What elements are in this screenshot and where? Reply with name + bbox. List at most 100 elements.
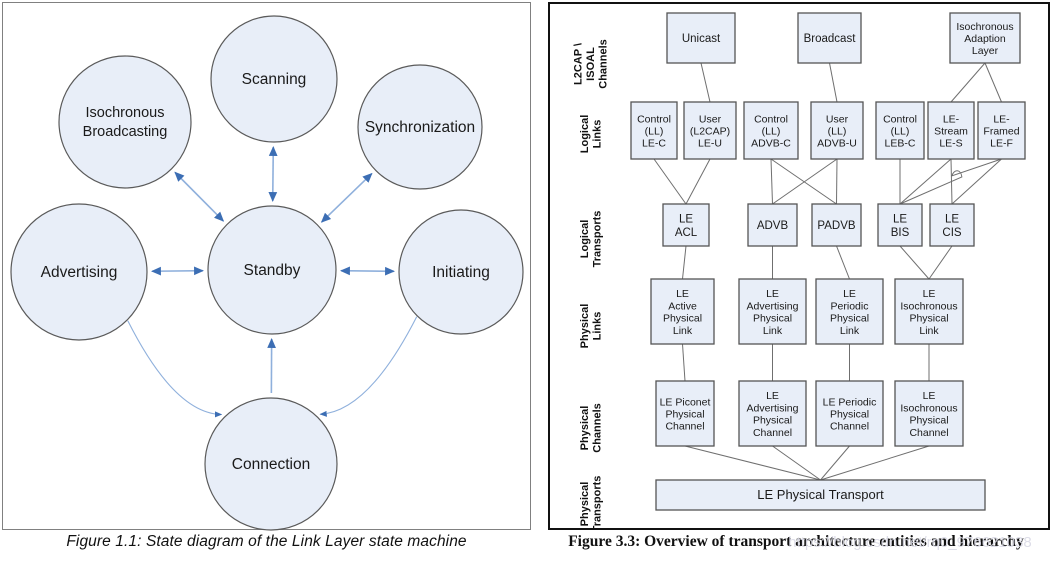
transition-standby-to-advertising [151, 266, 204, 276]
entity-box-label: Unicast [682, 33, 721, 45]
entity-box-label: Isochronous [900, 300, 957, 312]
state-label: Isochronous [86, 105, 165, 121]
entity-box-le-isochronous-physical-link[interactable]: LEIsochronousPhysicalLink [894, 278, 964, 345]
entity-box-le-advertising-physical-channel[interactable]: LEAdvertisingPhysicalChannel [738, 380, 807, 447]
entity-box-label: LE-S [939, 138, 962, 150]
transport-architecture-canvas: L2CAP \ ISOAL ChannelsLogical LinksLogical T… [573, 12, 1026, 528]
entity-box-le-active-physical-link[interactable]: LEActivePhysicalLink [650, 278, 715, 345]
entity-box-label: LE [893, 213, 907, 225]
entity-box-label: Periodic [831, 300, 869, 312]
entity-box-le-isochronous-physical-channel[interactable]: LEIsochronousPhysicalChannel [894, 380, 964, 447]
entity-box-label: LE [945, 213, 959, 225]
entity-box-label: (LL) [762, 126, 781, 138]
entity-box-le-bis[interactable]: LE BIS [877, 203, 923, 247]
entity-box-unicast[interactable]: Unicast [666, 12, 736, 64]
link-control-ll-advb-c-to-advb [770, 158, 773, 205]
entity-box-isochronous-adaption-layer[interactable]: IsochronousAdaptionLayer [949, 12, 1021, 64]
entity-box-label: Advertising [747, 300, 799, 312]
entity-box-label: Physical [753, 313, 792, 325]
entity-box-label: ACL [675, 227, 698, 239]
link-user-ll-advb-u-to-padvb [836, 158, 838, 205]
row-label-line: Transports [591, 211, 603, 268]
entity-box-label: Control [754, 113, 788, 125]
link-user-l2cap-le-u-to-le-acl [685, 158, 711, 205]
entity-box-control-ll-le-c[interactable]: Control(LL)LE-C [630, 101, 678, 160]
state-nodes-group: Isochronous Broadcasting Scanning Synchroni… [10, 15, 524, 531]
figure-pair-root: Isochronous Broadcasting Scanning Synchroni… [0, 0, 1052, 567]
entity-box-label: Physical [830, 409, 869, 421]
entity-box-label: ADVB [757, 220, 789, 232]
entity-box-label: LE [679, 213, 693, 225]
state-node-synchronization[interactable]: Synchronization [357, 64, 483, 190]
link-le-periodic-physical-channel-to-le-physical-transport [820, 445, 850, 481]
entity-box-label: LE [676, 288, 689, 300]
state-node-standby[interactable]: Standby [207, 205, 337, 335]
link-unicast-to-user-l2cap-le-u [700, 62, 711, 103]
entity-box-label: Broadcast [804, 33, 857, 45]
entity-box-broadcast[interactable]: Broadcast [797, 12, 862, 64]
state-node-advertising[interactable]: Advertising [10, 203, 148, 341]
entity-box-le-periodic-physical-link[interactable]: LEPeriodicPhysicalLink [815, 278, 884, 345]
entity-box-label: LE Periodic [823, 396, 877, 408]
state-node-initiating[interactable]: Initiating [398, 209, 524, 335]
row-label-line: L2CAP \ [573, 43, 585, 85]
row-label-line: Channels [598, 39, 610, 89]
state-node-connection[interactable]: Connection [204, 397, 338, 531]
entity-box-label: Link [919, 325, 939, 337]
entity-box-label: Channel [830, 421, 869, 433]
entity-box-label: Adaption [964, 33, 1006, 45]
entity-box-le-physical-transport[interactable]: LE Physical Transport [655, 479, 986, 511]
transition-initiating-to-connection [319, 316, 418, 417]
state-node-scanning[interactable]: Scanning [210, 15, 338, 143]
entity-box-le-periodic-physical-channel[interactable]: LE PeriodicPhysicalChannel [815, 380, 884, 447]
entity-box-label: User [826, 113, 849, 125]
entity-boxes-group: Unicast BroadcastIsochronousAdaptionLayer… [630, 12, 1026, 511]
entity-box-control-ll-advb-c[interactable]: Control(LL)ADVB-C [743, 101, 799, 160]
entity-box-label: ADVB-C [751, 138, 791, 150]
transition-standby-to-synchronization [320, 172, 373, 223]
entity-box-label: Active [668, 300, 697, 312]
row-label-line: Physical [579, 482, 591, 527]
entity-box-label: Physical [665, 409, 704, 421]
entity-box-label: (LL) [891, 126, 910, 138]
entity-box-label: User [699, 113, 722, 125]
entity-box-label: Layer [972, 45, 999, 57]
row-label-line: Links [591, 312, 603, 341]
link-padvb-to-le-periodic-physical-link [836, 245, 850, 280]
link-le-acl-to-le-active-physical-link [682, 245, 687, 280]
link-le-bis-to-le-isochronous-physical-link [899, 245, 930, 280]
state-node-isochronous-broadcasting[interactable]: Isochronous Broadcasting [58, 55, 192, 189]
entity-box-label: LEB-C [885, 138, 916, 150]
entity-box-label: LE-U [698, 138, 722, 150]
entity-box-le-advertising-physical-link[interactable]: LEAdvertisingPhysicalLink [738, 278, 807, 345]
entity-box-label: Link [673, 325, 693, 337]
entity-box-le-piconet-physical-channel[interactable]: LE PiconetPhysicalChannel [655, 380, 715, 447]
entity-box-user-l2cap-le-u[interactable]: User(L2CAP)LE-U [683, 101, 737, 160]
entity-box-user-ll-advb-u[interactable]: User(LL)ADVB-U [810, 101, 864, 160]
row-label-line: ISOAL [585, 47, 597, 81]
link-le-isochronous-physical-channel-to-le-physical-transport [820, 445, 930, 481]
row-label-line: Logical [579, 220, 591, 259]
transition-advertising-to-connection [127, 320, 223, 418]
state-label: Initiating [432, 264, 490, 281]
entity-box-label: Link [763, 325, 783, 337]
link-le-piconet-physical-channel-to-le-physical-transport [684, 445, 821, 481]
state-label: Scanning [242, 71, 307, 88]
entity-box-le-stream-le-s[interactable]: LE-StreamLE-S [927, 101, 975, 160]
entity-box-le-cis[interactable]: LE CIS [929, 203, 975, 247]
entity-box-label: LE-C [642, 138, 666, 150]
state-label: Standby [244, 262, 301, 279]
entity-box-le-acl[interactable]: LE ACL [662, 203, 710, 247]
row-label-line: Physical [579, 406, 591, 451]
entity-box-label: LE Piconet [660, 396, 711, 408]
link-le-advertising-physical-channel-to-le-physical-transport [772, 445, 821, 481]
entity-box-padvb[interactable]: PADVB [811, 203, 862, 247]
entity-box-advb[interactable]: ADVB [747, 203, 798, 247]
state-label: Synchronization [365, 119, 475, 136]
entity-box-label: Physical [909, 313, 948, 325]
link-broadcast-to-user-ll-advb-u [829, 62, 838, 103]
link-layer-state-diagram-panel: Isochronous Broadcasting Scanning Synchroni… [2, 2, 531, 531]
entity-box-le-framed-le-f[interactable]: LE-FramedLE-F [977, 101, 1026, 160]
entity-box-control-ll-leb-c[interactable]: Control(LL)LEB-C [875, 101, 925, 160]
entity-box-label: (LL) [645, 126, 664, 138]
